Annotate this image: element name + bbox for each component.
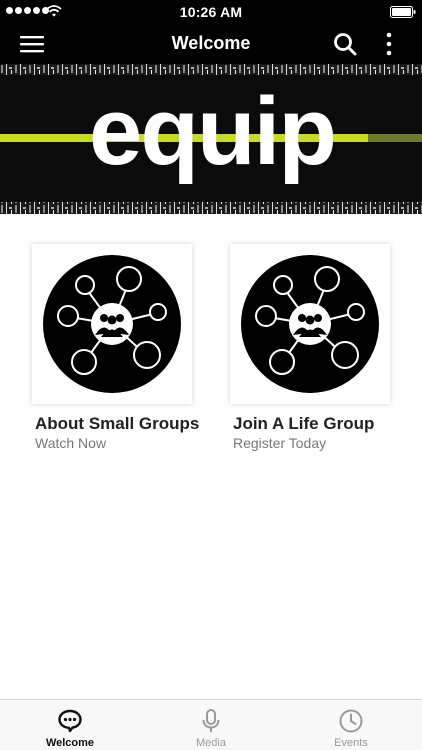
battery-icon — [390, 6, 416, 18]
app-screen: 10:26 AM Welcome equip About Small Group… — [0, 0, 422, 750]
card-subtitle: Watch Now — [35, 435, 107, 451]
tab-events[interactable]: Events — [281, 700, 421, 750]
status-time: 10:26 AM — [179, 4, 243, 20]
card-about-small-groups[interactable]: About Small Groups Watch Now — [32, 244, 207, 452]
card-title: About Small Groups — [35, 414, 200, 433]
tab-label: Events — [334, 737, 368, 749]
small-groups-network-icon — [241, 255, 379, 393]
navigation-bar: Welcome — [0, 24, 422, 64]
clock-icon — [339, 709, 363, 733]
tab-label: Media — [196, 737, 226, 749]
tab-welcome[interactable]: Welcome — [0, 700, 140, 750]
card-title: Join A Life Group — [233, 414, 375, 433]
tab-bar: Welcome Media Events — [0, 699, 422, 750]
tab-label: Welcome — [45, 737, 95, 749]
status-bar: 10:26 AM — [0, 0, 422, 24]
hero-banner: equip — [0, 64, 422, 214]
small-groups-network-icon — [43, 255, 181, 393]
chat-bubble-icon — [58, 709, 82, 733]
card-join-a-life-group[interactable]: Join A Life Group Register Today — [230, 244, 405, 452]
search-icon[interactable] — [333, 32, 357, 56]
tab-media[interactable]: Media — [141, 700, 281, 750]
banner-graphic: equip — [0, 64, 422, 214]
banner-logo-text: equip — [89, 78, 335, 185]
more-options-icon[interactable] — [381, 31, 397, 57]
microphone-icon — [202, 709, 220, 732]
card-subtitle: Register Today — [233, 435, 327, 451]
page-title: Welcome — [171, 33, 251, 53]
card-thumbnail — [230, 244, 390, 404]
card-thumbnail — [32, 244, 192, 404]
